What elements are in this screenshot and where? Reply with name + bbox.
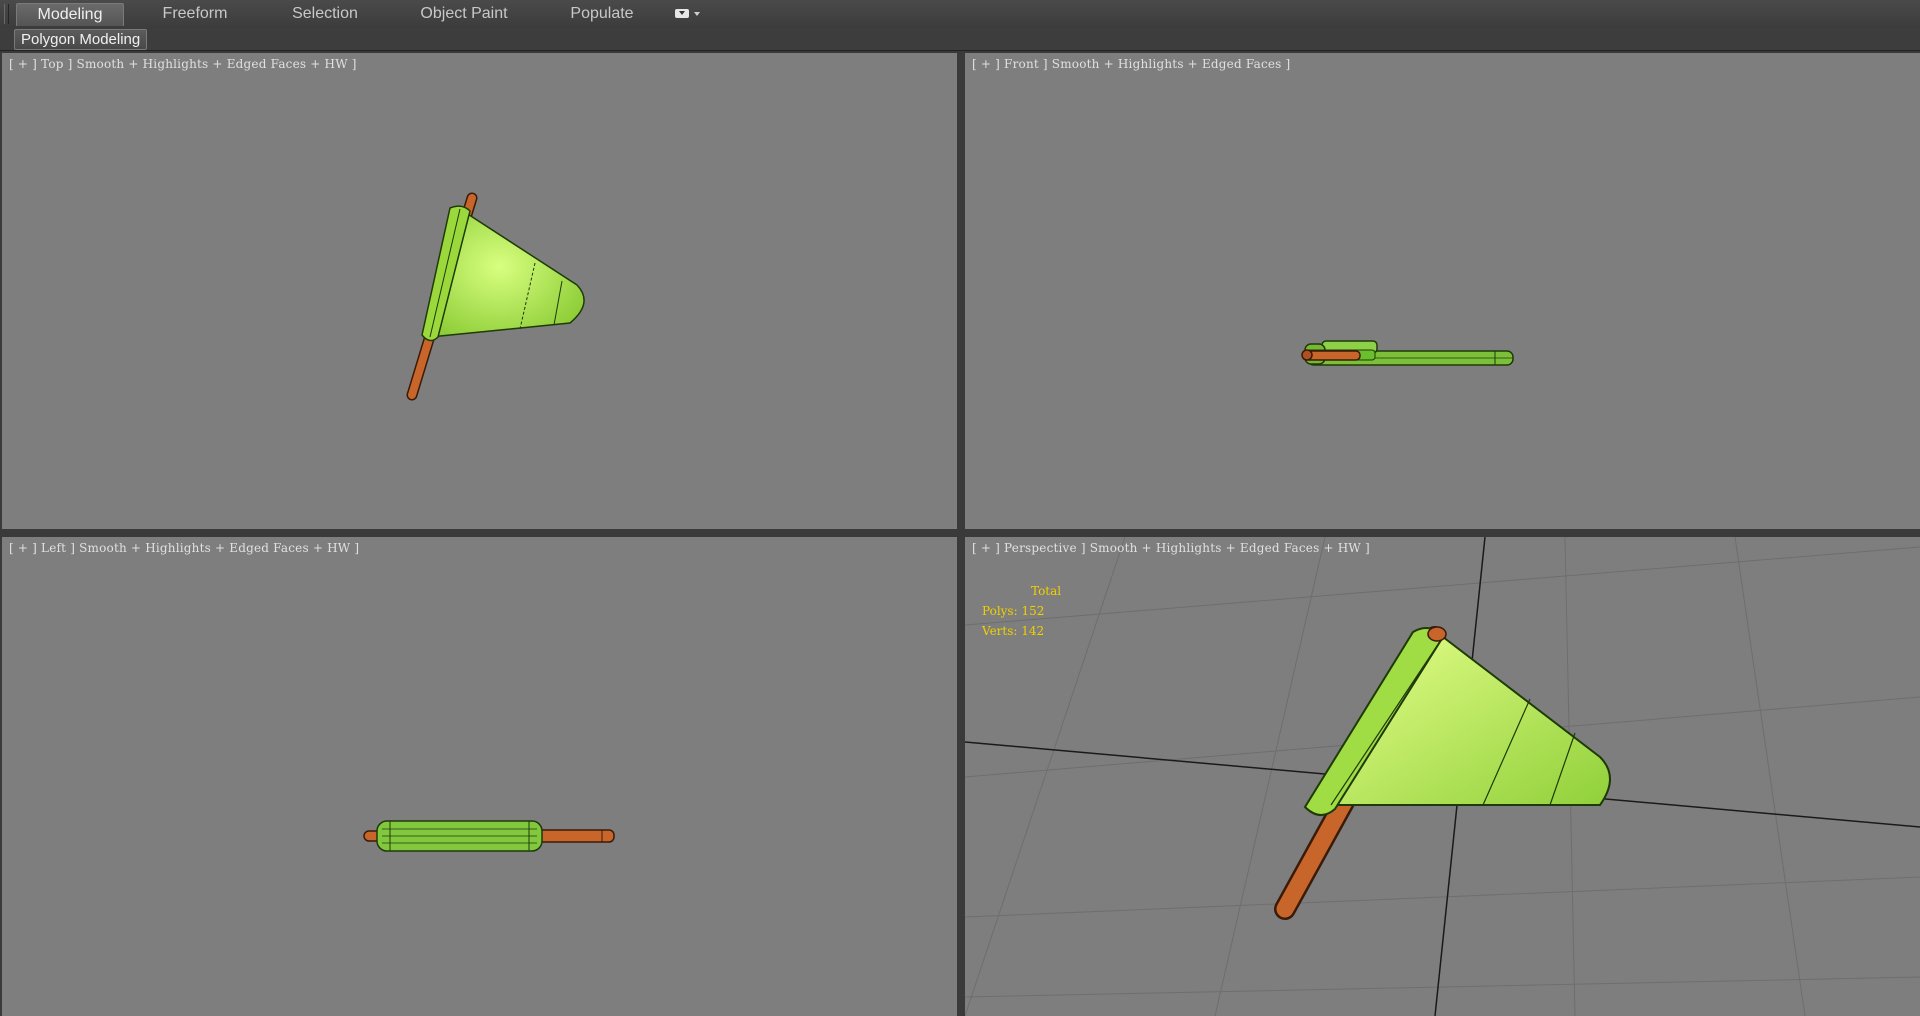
dropdown-menu-icon[interactable] — [672, 6, 706, 22]
viewport-left[interactable]: [ + ] Left ] Smooth + Highlights + Edged… — [2, 537, 957, 1016]
tab-modeling[interactable]: Modeling — [16, 3, 124, 26]
tab-freeform[interactable]: Freeform — [140, 3, 250, 25]
viewport-label-perspective[interactable]: [ + ] Perspective ] Smooth + Highlights … — [972, 541, 1370, 555]
tab-selection[interactable]: Selection — [270, 3, 380, 25]
viewport-front[interactable]: [ + ] Front ] Smooth + Highlights + Edge… — [965, 53, 1920, 529]
tab-populate[interactable]: Populate — [546, 3, 658, 25]
flag-model-left — [363, 820, 615, 852]
stats-verts: Verts: 142 — [982, 624, 1045, 638]
stats-title: Total — [1031, 584, 1062, 598]
tab-object-paint[interactable]: Object Paint — [408, 3, 520, 25]
polygon-modeling-button[interactable]: Polygon Modeling — [14, 29, 148, 50]
viewport-top[interactable]: [ + ] Top ] Smooth + Highlights + Edged … — [2, 53, 957, 529]
flag-model-top — [406, 192, 585, 401]
flag-model-perspective — [965, 537, 1920, 1016]
ribbon-tab-bar: Modeling Freeform Selection Object Paint… — [0, 0, 1920, 29]
viewport-perspective[interactable]: [ + ] Perspective ] Smooth + Highlights … — [965, 537, 1920, 1016]
statistics-overlay: Total Polys: 152 Verts: 142 — [982, 581, 1061, 641]
ribbon-panel-bar: Polygon Modeling — [0, 28, 1920, 51]
ribbon-grip[interactable] — [4, 4, 9, 24]
flag-model-front — [1301, 340, 1514, 366]
stats-polys: Polys: 152 — [982, 604, 1045, 618]
